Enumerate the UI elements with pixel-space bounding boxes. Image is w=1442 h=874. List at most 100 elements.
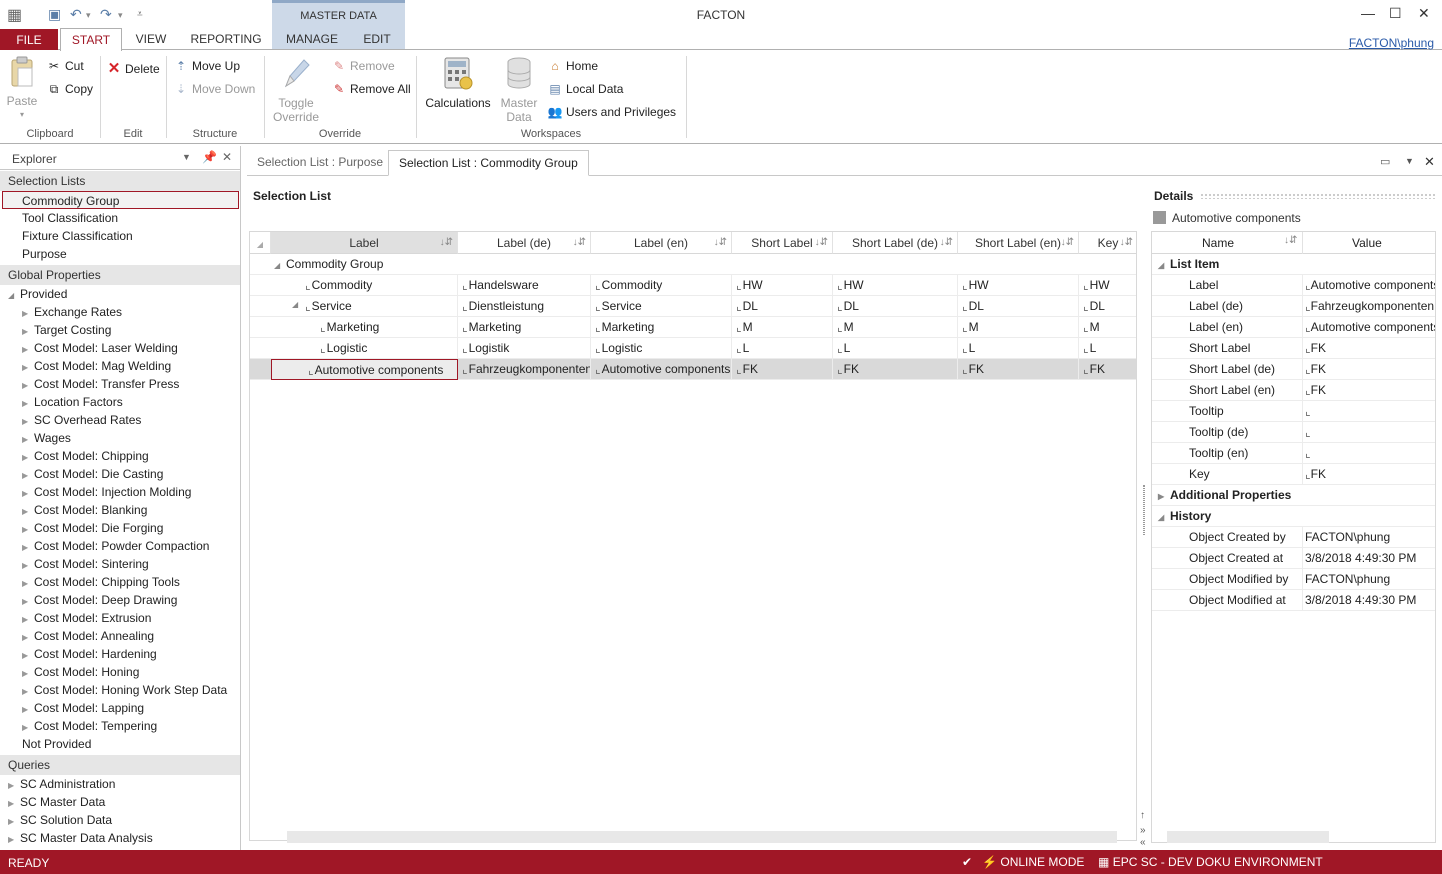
table-cell[interactable]: ⌞L	[736, 338, 833, 359]
sort-icon[interactable]: ↓⇵	[440, 232, 453, 254]
sort-icon[interactable]: ↓⇵	[1120, 232, 1133, 254]
property-value[interactable]: ⌞	[1302, 401, 1435, 422]
sort-icon[interactable]: ↓⇵	[815, 232, 828, 254]
explorer-close-icon[interactable]: ✕	[222, 150, 232, 164]
property-row[interactable]: Tooltip (en) ⌞	[1152, 443, 1435, 464]
tree-item-provided-entry[interactable]: ▶ Cost Model: Powder Compaction	[22, 537, 209, 555]
tree-item-provided-entry[interactable]: ▶ Cost Model: Chipping	[22, 447, 149, 465]
table-cell[interactable]: ⌞Fahrzeugkomponenten	[462, 359, 591, 380]
window-layout-icon[interactable]: ▭	[1380, 155, 1390, 168]
property-value[interactable]: ⌞FK	[1302, 380, 1435, 401]
tab-view[interactable]: VIEW	[127, 28, 175, 50]
table-row[interactable]: ⌞Automotive components ⌞Fahrzeugkomponent…	[250, 359, 1136, 380]
table-row[interactable]: ⌞Logistic ⌞Logistik ⌞Logistic ⌞L ⌞L ⌞L ⌞L	[250, 338, 1136, 359]
grid-horizontal-scrollbar[interactable]	[287, 831, 1117, 843]
tree-item-provided-entry[interactable]: ▶ Cost Model: Annealing	[22, 627, 154, 645]
sort-icon[interactable]: ↓⇵	[1061, 232, 1074, 254]
tab-selection-list-purpose[interactable]: Selection List : Purpose	[247, 150, 393, 176]
tree-item-provided-entry[interactable]: ▶ Cost Model: Chipping Tools	[22, 573, 180, 591]
sort-icon[interactable]: ↓⇵	[940, 232, 953, 254]
panel-splitter[interactable]: ↑ » «	[1139, 230, 1149, 850]
toggle-override-button[interactable]: Toggle Override	[270, 56, 322, 124]
property-value[interactable]: ⌞FK	[1302, 359, 1435, 380]
table-cell[interactable]: ⌞Commodity	[305, 275, 458, 296]
move-down-button[interactable]: ⇣ Move Down	[173, 82, 255, 96]
table-cell[interactable]: ⌞Automotive components	[271, 359, 458, 380]
tree-item-query[interactable]: ▶ SC Administration	[8, 775, 115, 793]
table-row-group[interactable]: ◢ Commodity Group	[250, 254, 1136, 275]
section-global-properties[interactable]: Global Properties	[0, 265, 240, 285]
pin-icon[interactable]: 📌	[202, 150, 217, 164]
tree-item-commodity-group[interactable]: Commodity Group	[2, 191, 239, 209]
collapsed-triangle-icon[interactable]: ▶	[1158, 486, 1170, 507]
category-history[interactable]: ◢ History	[1152, 506, 1435, 527]
property-row[interactable]: Short Label ⌞FK	[1152, 338, 1435, 359]
property-value[interactable]: ⌞	[1302, 422, 1435, 443]
table-cell[interactable]: ⌞Logistic	[595, 338, 732, 359]
table-cell[interactable]: ⌞HW	[962, 275, 1079, 296]
tree-item-provided[interactable]: ◢ Provided	[8, 285, 67, 303]
category-additional-properties[interactable]: ▶ Additional Properties	[1152, 485, 1435, 507]
tree-item-provided-entry[interactable]: ▶ Location Factors	[22, 393, 123, 411]
column-header[interactable]: Label ↓⇵	[271, 232, 458, 254]
section-queries[interactable]: Queries	[0, 755, 240, 775]
expanded-triangle-icon[interactable]: ◢	[8, 287, 20, 305]
collapse-left-icon[interactable]: «	[1140, 837, 1146, 848]
column-header[interactable]: Key ↓⇵	[1079, 232, 1136, 254]
tree-item-provided-entry[interactable]: ▶ Cost Model: Laser Welding	[22, 339, 178, 357]
sort-icon[interactable]: ↓⇵	[714, 232, 727, 254]
tree-item-provided-entry[interactable]: ▶ Cost Model: Tempering	[22, 717, 157, 735]
table-cell[interactable]: ⌞L	[962, 338, 1079, 359]
table-cell[interactable]: ⌞M	[1083, 317, 1136, 338]
remove-button[interactable]: ✎ Remove	[331, 59, 395, 73]
paste-button[interactable]: Paste ▾	[4, 56, 40, 122]
table-cell[interactable]: ⌞M	[736, 317, 833, 338]
property-row[interactable]: Label (de) ⌞Fahrzeugkomponenten	[1152, 296, 1435, 317]
property-row[interactable]: Tooltip (de) ⌞	[1152, 422, 1435, 443]
column-header[interactable]: Label (en) ↓⇵	[591, 232, 732, 254]
property-row[interactable]: Label (en) ⌞Automotive components	[1152, 317, 1435, 338]
tab-start[interactable]: START	[60, 28, 122, 51]
expanded-triangle-icon[interactable]: ◢	[274, 255, 286, 275]
cut-button[interactable]: ✂ Cut	[46, 59, 84, 73]
tree-item-provided-entry[interactable]: ▶ Wages	[22, 429, 71, 447]
property-value[interactable]: ⌞FK	[1302, 464, 1435, 485]
table-cell[interactable]: ⌞Dienstleistung	[462, 296, 591, 317]
property-row[interactable]: Tooltip ⌞	[1152, 401, 1435, 422]
local-data-button[interactable]: ▤ Local Data	[547, 82, 623, 96]
property-value[interactable]: ⌞Fahrzeugkomponenten	[1302, 296, 1435, 317]
table-cell[interactable]: ⌞Service	[305, 296, 458, 317]
tree-item-query[interactable]: ▶ SC Master Data Analysis	[8, 829, 153, 847]
table-cell[interactable]: ⌞Automotive components	[595, 359, 732, 380]
move-up-button[interactable]: ⇡ Move Up	[173, 59, 240, 73]
table-row[interactable]: ◢ ⌞Service ⌞Dienstleistung ⌞Service ⌞DL ⌞DL ⌞D…	[250, 296, 1136, 317]
table-cell[interactable]: ⌞L	[837, 338, 958, 359]
tree-item-provided-entry[interactable]: ▶ Cost Model: Honing	[22, 663, 139, 681]
tree-item-provided-entry[interactable]: ▶ Target Costing	[22, 321, 111, 339]
home-button[interactable]: ⌂ Home	[547, 59, 598, 73]
category-list-item[interactable]: ◢ List Item	[1152, 254, 1435, 275]
column-header[interactable]: Short Label (en) ↓⇵	[958, 232, 1079, 254]
tree-item-provided-entry[interactable]: ▶ SC Overhead Rates	[22, 411, 141, 429]
tab-reporting[interactable]: REPORTING	[185, 28, 267, 50]
collapsed-triangle-icon[interactable]: ▶	[8, 831, 20, 849]
explorer-dropdown-icon[interactable]: ▼	[182, 152, 191, 162]
property-row[interactable]: Short Label (de) ⌞FK	[1152, 359, 1435, 380]
column-header-name[interactable]: Name	[1202, 236, 1234, 250]
property-row[interactable]: Object Created by FACTON\phung	[1152, 527, 1435, 548]
remove-all-button[interactable]: ✎ Remove All	[331, 82, 411, 96]
paste-dropdown-icon[interactable]: ▾	[4, 108, 40, 122]
tree-item-query[interactable]: ▶ SC Solution Data	[8, 811, 112, 829]
tree-item-fixture-classification[interactable]: Fixture Classification	[22, 227, 133, 245]
table-cell[interactable]: ⌞Marketing	[595, 317, 732, 338]
tree-item-provided-entry[interactable]: ▶ Cost Model: Sintering	[22, 555, 149, 573]
table-cell[interactable]: ⌞FK	[962, 359, 1079, 380]
column-header-value[interactable]: Value	[1352, 236, 1382, 250]
collapsed-triangle-icon[interactable]: ▶	[22, 719, 34, 737]
tab-file[interactable]: FILE	[0, 29, 58, 50]
sort-icon[interactable]: ↓⇵	[1284, 235, 1297, 246]
user-link[interactable]: FACTON\phung	[1349, 36, 1434, 50]
tree-item-provided-entry[interactable]: ▶ Cost Model: Extrusion	[22, 609, 151, 627]
property-value[interactable]: ⌞FK	[1302, 338, 1435, 359]
table-cell[interactable]: ⌞Service	[595, 296, 732, 317]
